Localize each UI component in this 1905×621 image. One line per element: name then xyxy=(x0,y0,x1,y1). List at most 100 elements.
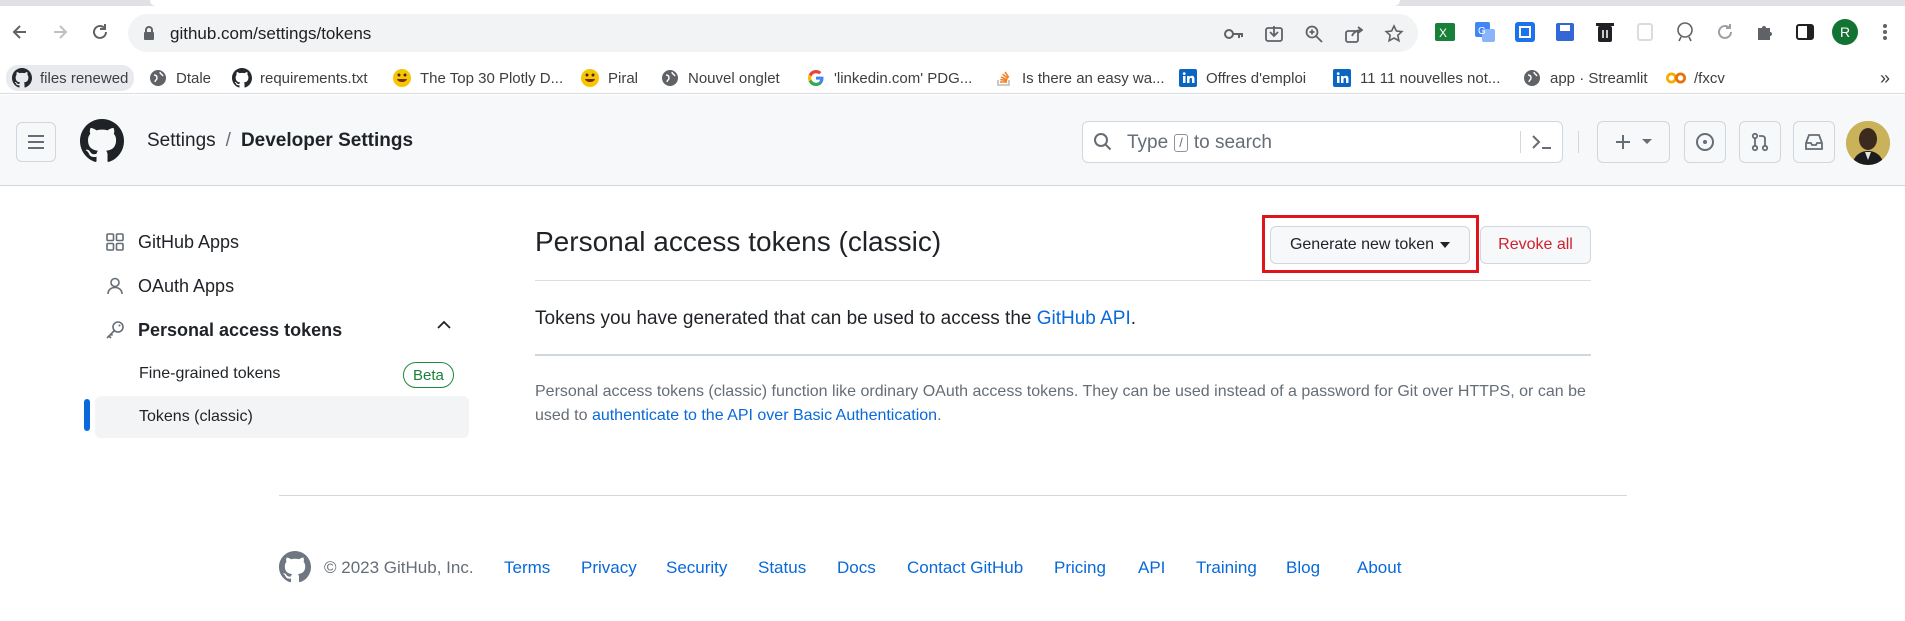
search-icon xyxy=(1093,132,1113,152)
create-new-button[interactable] xyxy=(1597,121,1670,163)
github-logo-icon[interactable] xyxy=(80,119,124,163)
bookmark-requirements[interactable]: requirements.txt xyxy=(232,67,368,89)
breadcrumb: Settings / Developer Settings xyxy=(147,130,413,152)
save-extension-icon[interactable] xyxy=(1552,19,1578,45)
globe-icon xyxy=(1522,68,1542,88)
bookmark-linkedin-pdg[interactable]: 'linkedin.com' PDG... xyxy=(806,67,972,89)
sidebar-item-oauth-apps[interactable]: OAuth Apps xyxy=(104,268,234,304)
plus-icon xyxy=(1615,134,1631,150)
more-menu-icon[interactable] xyxy=(1872,19,1898,45)
tab-strip xyxy=(0,0,1905,6)
bookmark-offres-emploi[interactable]: Offres d'emploi xyxy=(1178,67,1306,89)
screenshot-extension-icon[interactable] xyxy=(1512,19,1538,45)
forward-icon[interactable] xyxy=(46,18,74,46)
revoke-all-button[interactable]: Revoke all xyxy=(1480,226,1591,264)
bookmark-piral[interactable]: Piral xyxy=(580,67,638,89)
footer-link-pricing[interactable]: Pricing xyxy=(1054,558,1106,578)
footer-link-security[interactable]: Security xyxy=(666,558,727,578)
sidebar-item-label: Tokens (classic) xyxy=(139,408,253,425)
pull-requests-icon[interactable] xyxy=(1739,121,1781,163)
search-divider xyxy=(1520,131,1521,153)
breadcrumb-separator: / xyxy=(225,130,231,151)
footer-link-status[interactable]: Status xyxy=(758,558,806,578)
bookmark-dtale[interactable]: Dtale xyxy=(148,67,211,89)
sidebar-item-tokens-classic[interactable]: Tokens (classic) xyxy=(95,396,469,438)
disabled-extension-icon[interactable] xyxy=(1632,19,1658,45)
zoom-icon[interactable] xyxy=(1303,23,1325,45)
footer-link-terms[interactable]: Terms xyxy=(504,558,550,578)
install-icon[interactable] xyxy=(1263,23,1285,45)
search-shortcut-key: / xyxy=(1174,134,1188,152)
bookmark-nouvelles-notifications[interactable]: 11 11 nouvelles not... xyxy=(1332,67,1500,89)
footer-link-privacy[interactable]: Privacy xyxy=(581,558,637,578)
footer-link-docs[interactable]: Docs xyxy=(837,558,876,578)
sidebar-item-personal-access-tokens[interactable]: Personal access tokens xyxy=(104,312,342,348)
github-logo-icon[interactable] xyxy=(279,551,311,583)
footer-link-blog[interactable]: Blog xyxy=(1286,558,1320,578)
breadcrumb-developer-settings[interactable]: Developer Settings xyxy=(241,130,413,152)
bookmark-streamlit[interactable]: app · Streamlit xyxy=(1522,67,1648,89)
tokens-period: . xyxy=(1130,308,1137,329)
footer-link-about[interactable]: About xyxy=(1357,558,1401,578)
reload-icon[interactable] xyxy=(86,18,114,46)
side-panel-icon[interactable] xyxy=(1792,19,1818,45)
bookmark-label: /fxcv xyxy=(1694,69,1725,87)
search-placeholder: Type / to search xyxy=(1127,132,1272,154)
cloud-extension-icon[interactable] xyxy=(1672,19,1698,45)
bookmark-label: Offres d'emploi xyxy=(1206,69,1307,87)
bookmarks-bar: files renewed Dtale requirements.txt The… xyxy=(0,60,1905,94)
github-api-link[interactable]: GitHub API xyxy=(1037,308,1131,329)
bookmark-nouvel-onglet[interactable]: Nouvel onglet xyxy=(660,67,780,89)
explanation-period: . xyxy=(937,407,942,424)
bookmark-plotly[interactable]: The Top 30 Plotly D... xyxy=(392,67,563,89)
footer-link-contact-github[interactable]: Contact GitHub xyxy=(907,558,1023,578)
more-bookmarks-icon[interactable]: » xyxy=(1880,67,1890,89)
svg-text:G: G xyxy=(1478,26,1486,37)
command-palette-icon[interactable] xyxy=(1531,132,1553,152)
globe-icon xyxy=(148,68,168,88)
github-icon xyxy=(12,68,32,88)
user-avatar[interactable] xyxy=(1846,121,1890,165)
inbox-icon[interactable] xyxy=(1793,121,1835,163)
generate-new-token-button[interactable]: Generate new token xyxy=(1270,226,1470,264)
svg-text:X: X xyxy=(1439,26,1447,40)
trash-extension-icon[interactable] xyxy=(1592,19,1618,45)
person-icon xyxy=(104,275,126,297)
bookmark-fxcv[interactable]: /fxcv xyxy=(1666,67,1725,89)
google-icon xyxy=(806,68,826,88)
search-input[interactable]: Type / to search xyxy=(1082,121,1563,163)
colab-icon xyxy=(1666,68,1686,88)
address-bar[interactable]: github.com/settings/tokens xyxy=(128,14,1418,52)
footer-link-api[interactable]: API xyxy=(1138,558,1165,578)
profile-avatar[interactable]: R xyxy=(1832,19,1858,45)
header-divider xyxy=(1578,131,1579,153)
footer-link-training[interactable]: Training xyxy=(1196,558,1257,578)
sidebar-item-label: GitHub Apps xyxy=(138,231,240,252)
chevron-up-icon[interactable] xyxy=(436,320,452,330)
apps-grid-icon xyxy=(104,231,126,253)
extensions-puzzle-icon[interactable] xyxy=(1752,19,1778,45)
breadcrumb-settings[interactable]: Settings xyxy=(147,130,216,152)
url-text[interactable]: github.com/settings/tokens xyxy=(170,24,371,44)
sync-extension-icon[interactable] xyxy=(1712,19,1738,45)
active-tab[interactable] xyxy=(150,0,1400,6)
back-icon[interactable] xyxy=(6,18,34,46)
bookmark-label: Dtale xyxy=(176,69,212,87)
stackoverflow-icon xyxy=(994,68,1014,88)
bookmark-stackoverflow[interactable]: Is there an easy wa... xyxy=(994,67,1165,89)
key-icon[interactable] xyxy=(1223,23,1245,45)
hamburger-menu-icon[interactable] xyxy=(16,122,56,162)
bookmark-files-renewed[interactable]: files renewed xyxy=(6,65,135,91)
bookmark-label: Is there an easy wa... xyxy=(1022,69,1165,87)
basic-auth-link[interactable]: authenticate to the API over Basic Authe… xyxy=(592,407,937,424)
active-indicator xyxy=(84,399,90,431)
footer-divider xyxy=(279,495,1627,496)
issues-icon[interactable] xyxy=(1684,121,1726,163)
sidebar-item-github-apps[interactable]: GitHub Apps xyxy=(104,224,239,260)
share-icon[interactable] xyxy=(1343,23,1365,45)
github-header: Settings / Developer Settings Type / to … xyxy=(0,95,1905,186)
star-bookmark-icon[interactable] xyxy=(1383,23,1405,45)
lock-icon[interactable] xyxy=(142,25,156,41)
translate-sheet-extension-icon[interactable]: X xyxy=(1432,19,1458,45)
google-translate-extension-icon[interactable]: G xyxy=(1472,19,1498,45)
